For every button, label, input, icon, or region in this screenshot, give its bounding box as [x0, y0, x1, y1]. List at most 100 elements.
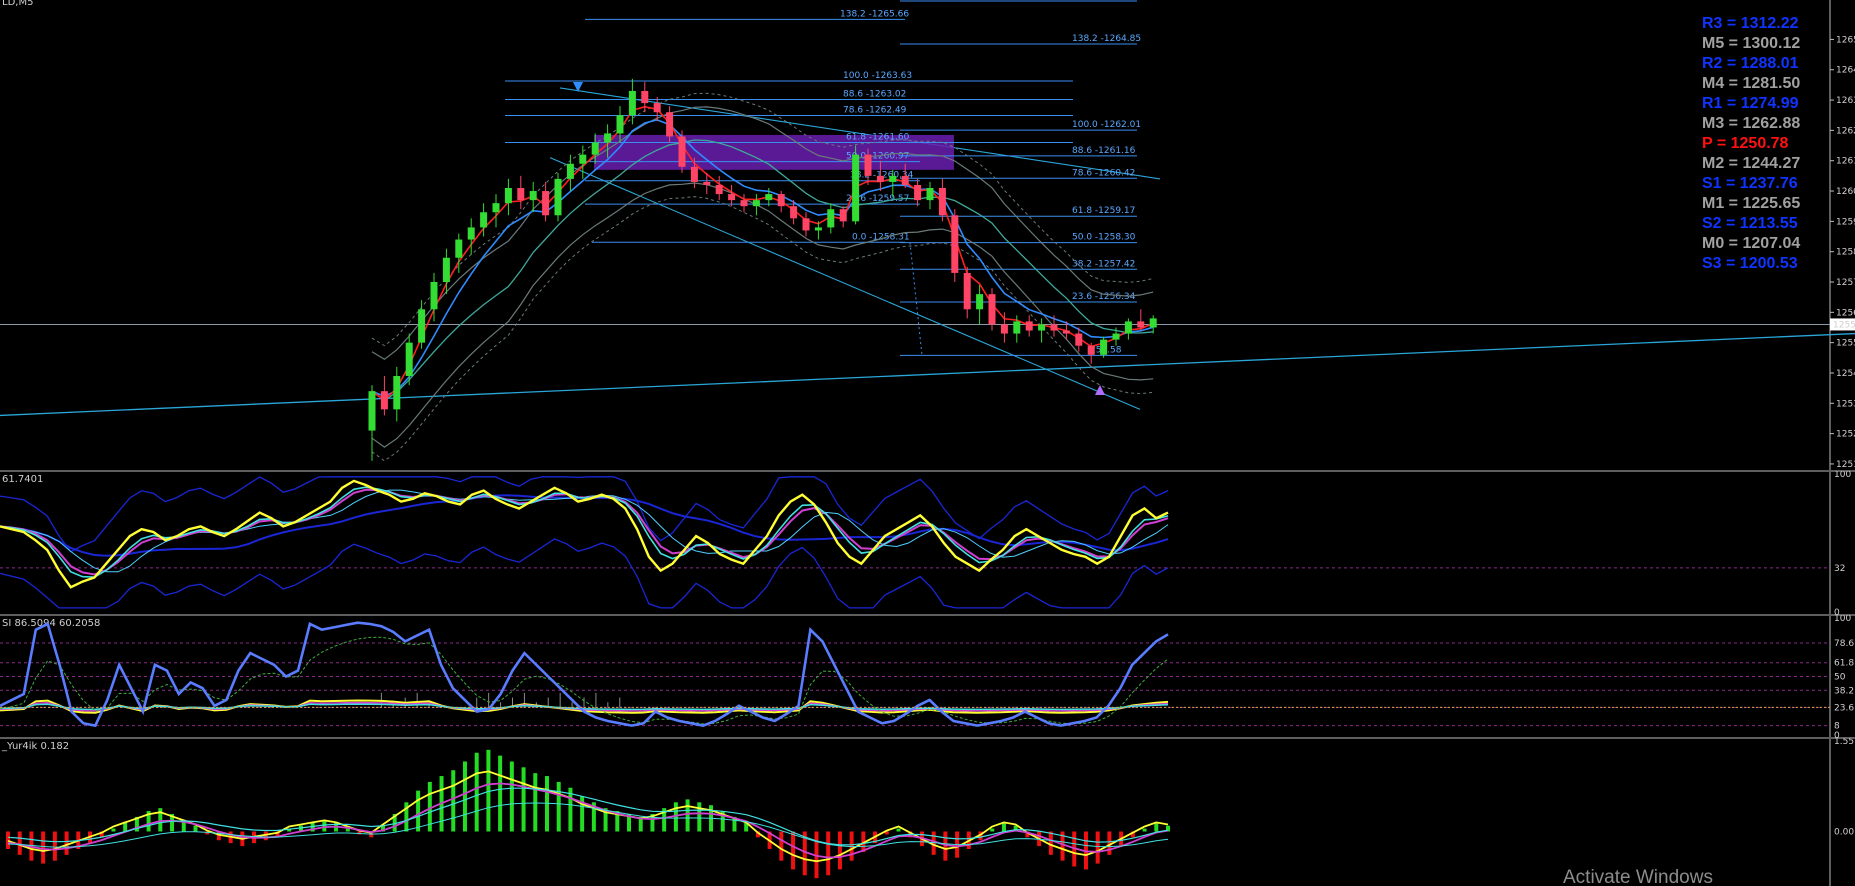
histogram-bar: [837, 831, 842, 870]
candle-body: [1025, 321, 1033, 331]
candle-body: [666, 112, 674, 137]
pivot-level-label: P = 1250.78: [1702, 135, 1789, 152]
candle-body: [554, 178, 562, 216]
candle-body: [616, 115, 624, 134]
price-tick-label: 1256: [1836, 308, 1855, 318]
pane-tick-label: 38.2: [1834, 686, 1854, 696]
histogram-bar: [1001, 822, 1006, 832]
histogram-bar: [1048, 831, 1053, 855]
pane-tick-label: 61.8: [1834, 659, 1854, 669]
candle-body: [901, 175, 909, 185]
pane-title: SI 86.5094 60.2058: [2, 618, 100, 629]
histogram-bar: [416, 790, 421, 832]
candle-body: [938, 188, 946, 216]
candle-body: [814, 227, 822, 231]
fib-a-level-label: 88.6 -1263.02: [843, 89, 906, 99]
pane-tick-label: 32: [1834, 564, 1845, 574]
price-tick-label: 1255: [1836, 339, 1855, 349]
candle-body: [504, 188, 512, 204]
pane-tick-label: 100: [1834, 470, 1851, 480]
histogram-bar: [826, 831, 831, 876]
candle-body: [542, 191, 550, 216]
candle-body: [579, 154, 587, 164]
candle-body: [864, 154, 872, 176]
pivot-level-label: M4 = 1281.50: [1702, 75, 1800, 92]
price-tick-label: 1263: [1836, 96, 1855, 106]
candle-body: [728, 194, 736, 201]
price-tick-label: 1259: [1836, 217, 1855, 227]
candle-body: [802, 218, 810, 231]
histogram-bar: [111, 828, 116, 832]
symbol-label: LD,M5: [2, 0, 33, 8]
candle-body: [604, 133, 612, 143]
histogram-bar: [17, 831, 22, 855]
candle-body: [690, 166, 698, 182]
histogram-bar: [474, 752, 479, 832]
candle-body: [1087, 345, 1095, 355]
candle-body: [889, 175, 897, 182]
histogram-bar: [697, 802, 702, 832]
histogram-bar: [462, 761, 467, 832]
fib-b-level-label: 88.6 -1261.16: [1072, 146, 1136, 156]
histogram-bar: [791, 831, 796, 870]
histogram-bar: [345, 828, 350, 832]
histogram-bar: [779, 831, 784, 861]
candle-body: [1075, 333, 1083, 346]
candle-body: [827, 209, 835, 228]
histogram-bar: [1154, 822, 1159, 832]
candle-body: [1137, 321, 1145, 328]
candle-body: [641, 90, 649, 104]
fib-a-level-label: 78.6 -1262.49: [843, 106, 907, 116]
pivot-level-label: R1 = 1274.99: [1702, 95, 1799, 112]
candle-body: [405, 342, 413, 376]
candle-body: [740, 200, 748, 207]
price-tick-label: 1253: [1836, 399, 1855, 409]
fib-b-level-label: 50.0 -1258.30: [1072, 233, 1136, 243]
candle-body: [988, 294, 996, 325]
histogram-bar: [451, 770, 456, 832]
candle-body: [492, 203, 500, 213]
pivot-level-label: R3 = 1312.22: [1702, 15, 1799, 32]
price-tick-label: 1254: [1836, 369, 1855, 379]
pivot-level-label: M0 = 1207.04: [1702, 235, 1800, 252]
pane-tick-label: 100: [1834, 614, 1851, 624]
fib-b-level-label: 78.6 -1260.42: [1072, 168, 1135, 178]
candle-body: [790, 206, 798, 219]
candle-body: [628, 90, 636, 116]
fib-b-level-label: 100.0 -1262.01: [1072, 120, 1141, 130]
pivot-level-label: S2 = 1213.55: [1702, 215, 1798, 232]
pane-tick-label: 78.6: [1834, 639, 1854, 649]
candle-body: [1000, 324, 1008, 334]
candle-body: [517, 188, 525, 201]
candle-body: [914, 184, 922, 201]
fib-a-level-label: 138.2 -1265.66: [840, 9, 909, 19]
candle-body: [703, 181, 711, 185]
fib-a-level-label: 61.8 -1261.60: [846, 133, 910, 143]
candle-body: [455, 239, 463, 258]
histogram-bar: [41, 831, 46, 864]
histogram-bar: [52, 831, 57, 861]
candle-body: [529, 191, 537, 201]
histogram-bar: [521, 767, 526, 832]
fib-b-level-label: 61.8 -1259.17: [1072, 206, 1135, 216]
candle-body: [752, 200, 760, 207]
histogram-bar: [896, 828, 901, 832]
candle-body: [976, 294, 984, 310]
pivot-level-label: M1 = 1225.65: [1702, 195, 1800, 212]
histogram-bar: [193, 825, 198, 832]
candle-body: [678, 136, 686, 167]
price-tick-label: 1265: [1836, 35, 1855, 45]
pivot-level-label: M2 = 1244.27: [1702, 155, 1800, 172]
candle-body: [1100, 339, 1108, 355]
chart-background: [0, 0, 1855, 886]
price-tick-label: 1252: [1836, 430, 1855, 440]
histogram-bar: [1142, 828, 1147, 832]
pane-tick-label: 50: [1834, 673, 1846, 683]
price-tick-label: 1261: [1836, 157, 1855, 167]
candle-body: [430, 282, 438, 310]
windows-watermark: Activate Windows: [1563, 867, 1713, 886]
candle-body: [1149, 318, 1157, 328]
candle-body: [467, 227, 475, 240]
pivot-level-label: M3 = 1262.88: [1702, 115, 1800, 132]
trading-chart[interactable]: 1265 1264 1263 1262 1261 1260 1259 1258 1257 1256…: [0, 0, 1855, 886]
